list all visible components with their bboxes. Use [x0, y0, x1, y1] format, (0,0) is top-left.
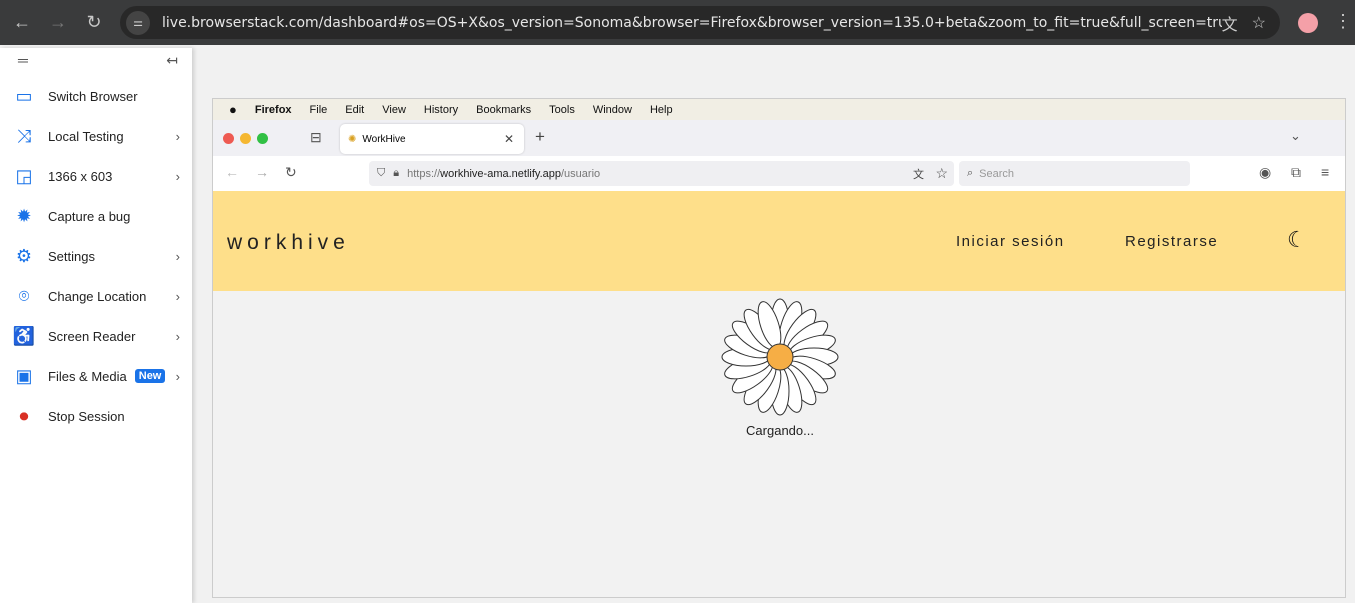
new-badge: New	[134, 369, 166, 383]
forward-icon[interactable]: →	[40, 12, 76, 33]
chevron-right-icon: ›	[175, 128, 180, 144]
menu-kebab-icon[interactable]: ⋮	[1334, 11, 1352, 32]
tab-groups-icon[interactable]: ⊟	[310, 129, 322, 146]
sidebar-item-local-testing[interactable]: ⤨ Local Testing ›	[0, 118, 192, 154]
daisy-loader-icon	[721, 298, 839, 416]
profile-avatar[interactable]	[1298, 13, 1318, 33]
media-icon: ▣	[15, 365, 33, 386]
url-host: workhive-ama.netlify.app	[440, 167, 561, 180]
sidebar-item-change-location[interactable]: ⌾ Change Location ›	[0, 278, 192, 314]
drag-handle-icon[interactable]: ═	[18, 52, 28, 68]
chevron-right-icon: ›	[175, 368, 180, 384]
chrome-toolbar: ← → ↻ ⚌ live.browserstack.com/dashboard#…	[0, 0, 1355, 45]
sidebar-item-label: 1366 x 603	[48, 168, 113, 184]
new-tab-icon[interactable]: +	[535, 127, 545, 147]
accessibility-icon: ♿	[12, 325, 36, 346]
collapse-sidebar-icon[interactable]: ↤	[166, 52, 178, 69]
tab-title: WorkHive	[362, 133, 406, 145]
sidebar-item-capture-a-bug[interactable]: ✹ Capture a bug	[0, 198, 192, 234]
sidebar-item-switch-browser[interactable]: ▭ Switch Browser	[0, 78, 192, 114]
site-info-icon[interactable]: ⚌	[126, 10, 150, 35]
browserstack-sidebar: ═ ↤ ▭ Switch Browser ⤨ Local Testing › ◲ 1366 x…	[0, 48, 192, 603]
menu-firefox[interactable]: Firefox	[255, 104, 292, 116]
login-link[interactable]: Iniciar sesión	[956, 233, 1065, 250]
back-icon[interactable]: ←	[4, 12, 40, 33]
list-tabs-chevron-icon[interactable]: ⌄	[1290, 128, 1301, 144]
sidebar-item-label: Stop Session	[48, 408, 125, 424]
close-tab-icon[interactable]: ✕	[504, 132, 514, 146]
chevron-right-icon: ›	[175, 288, 180, 304]
bee-favicon-icon: ✺	[348, 133, 357, 145]
menu-window[interactable]: Window	[593, 104, 632, 116]
reload-icon[interactable]: ↻	[76, 12, 112, 33]
sidebar-item-label: Capture a bug	[48, 208, 131, 224]
search-icon: ⌕	[967, 167, 974, 179]
close-window-button[interactable]	[223, 133, 234, 144]
mac-menu-bar: ● Firefox File Edit View History Bookmarks Too…	[213, 99, 1345, 120]
url-prefix: https://	[407, 167, 441, 180]
bug-icon: ✹	[16, 205, 32, 226]
firefox-nav-bar: ← → ↻ ⛉ 🔒︎ https://workhive-ama.netlify.…	[213, 156, 1345, 191]
resolution-icon: ◲	[15, 165, 33, 186]
tab-workhive[interactable]: ✺ WorkHive ✕	[340, 124, 524, 154]
menu-file[interactable]: File	[310, 104, 328, 116]
sidebar-item-label: Screen Reader	[48, 328, 136, 344]
sidebar-item-1366-x-603[interactable]: ◲ 1366 x 603 ›	[0, 158, 192, 194]
chevron-right-icon: ›	[175, 248, 180, 264]
sidebar-item-screen-reader[interactable]: ♿ Screen Reader ›	[0, 318, 192, 354]
ff-reload-icon[interactable]: ↻	[285, 164, 297, 181]
ff-forward-icon[interactable]: →	[255, 164, 269, 180]
shield-icon[interactable]: ⛉	[377, 167, 385, 180]
extensions-icon[interactable]: ⧉	[1291, 164, 1301, 181]
sidebar-item-stop-session[interactable]: ⏺ Stop Session	[0, 398, 192, 434]
maximize-window-button[interactable]	[257, 133, 268, 144]
dark-mode-moon-icon[interactable]: ☾	[1287, 227, 1307, 253]
tab-bar: ⊟ ✺ WorkHive ✕ + ⌄	[213, 120, 1345, 156]
ff-menu-icon[interactable]: ≡	[1321, 164, 1329, 180]
menu-view[interactable]: View	[382, 104, 406, 116]
stop-icon: ⏺	[19, 405, 29, 426]
bookmark-star-icon[interactable]: ☆	[1252, 13, 1266, 33]
menu-edit[interactable]: Edit	[345, 104, 364, 116]
translate-icon[interactable]: 文	[1222, 11, 1238, 35]
minimize-window-button[interactable]	[240, 133, 251, 144]
menu-help[interactable]: Help	[650, 104, 673, 116]
url-text[interactable]: live.browserstack.com/dashboard#os=OS+X&…	[162, 15, 1222, 31]
account-icon[interactable]: ◉	[1259, 164, 1271, 181]
ff-back-icon[interactable]: ←	[225, 164, 239, 180]
ff-url-field[interactable]: ⛉ 🔒︎ https://workhive-ama.netlify.app/us…	[369, 161, 954, 186]
sidebar-item-label: Switch Browser	[48, 88, 138, 104]
location-pin-icon: ⌾	[18, 285, 30, 306]
register-link[interactable]: Registrarse	[1125, 233, 1218, 250]
shuffle-icon: ⤨	[16, 125, 32, 146]
firefox-window: ● Firefox File Edit View History Bookmarks Too…	[212, 98, 1346, 598]
menu-bookmarks[interactable]: Bookmarks	[476, 104, 531, 116]
site-logo[interactable]: workhive	[227, 231, 350, 255]
menu-history[interactable]: History	[424, 104, 458, 116]
ff-translate-icon[interactable]: 文	[913, 166, 924, 182]
url-path: /usuario	[561, 167, 601, 180]
search-placeholder: Search	[979, 167, 1015, 180]
menu-tools[interactable]: Tools	[549, 104, 575, 116]
switch-browser-icon: ▭	[15, 85, 33, 106]
chevron-right-icon: ›	[175, 168, 180, 184]
ff-search-field[interactable]: ⌕ Search	[959, 161, 1190, 186]
ff-star-icon[interactable]: ☆	[935, 165, 948, 182]
sidebar-item-files-media[interactable]: ▣ Files & Media New ›	[0, 358, 192, 394]
apple-icon[interactable]: ●	[229, 102, 237, 117]
gear-icon: ⚙	[15, 245, 33, 266]
chevron-right-icon: ›	[175, 328, 180, 344]
loading-text: Cargando...	[746, 423, 814, 438]
sidebar-item-label: Files & Media	[48, 368, 127, 384]
lock-icon[interactable]: 🔒︎	[393, 167, 399, 180]
sidebar-item-label: Change Location	[48, 288, 147, 304]
sidebar-item-label: Settings	[48, 248, 95, 264]
address-bar[interactable]: ⚌ live.browserstack.com/dashboard#os=OS+…	[120, 6, 1280, 39]
sidebar-item-settings[interactable]: ⚙ Settings ›	[0, 238, 192, 274]
sidebar-item-label: Local Testing	[48, 128, 124, 144]
site-header: workhive Iniciar sesión Registrarse ☾	[213, 191, 1345, 291]
